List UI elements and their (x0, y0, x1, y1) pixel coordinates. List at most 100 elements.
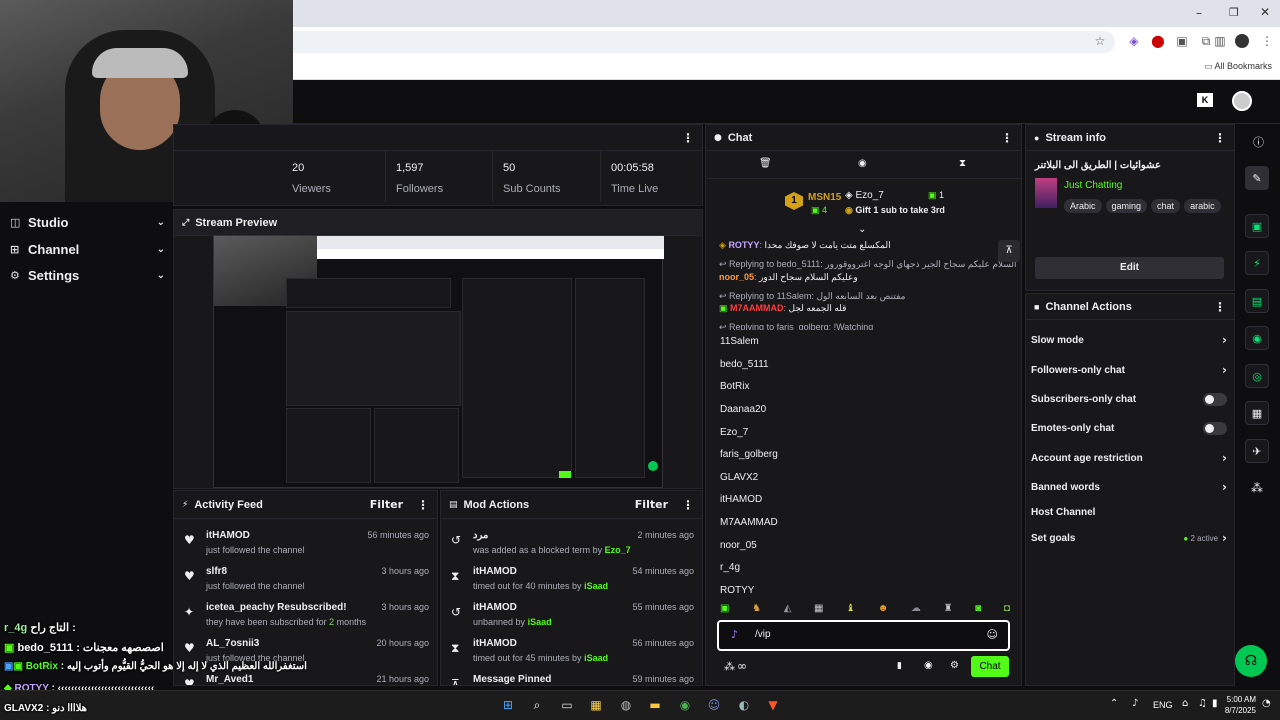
chat-user[interactable]: noor_05 (719, 272, 754, 282)
more-options-icon[interactable]: ⋮ (682, 498, 694, 512)
nav-settings[interactable]: ⚙ Settings ⌄ (10, 263, 165, 287)
pin-icon[interactable]: ⊼ (998, 240, 1020, 262)
windows-start-icon[interactable]: ⊞ (499, 696, 517, 714)
infinity-icon[interactable]: ∞ (737, 659, 747, 673)
expand-down-icon[interactable]: ⌄ (858, 224, 866, 235)
emote-icon[interactable]: ☁ (911, 603, 921, 617)
extension-shield-icon[interactable]: ◈ (1127, 34, 1141, 48)
gear-icon[interactable]: ⚙ (950, 660, 959, 671)
help-headset-icon[interactable]: ☊ (1235, 645, 1267, 677)
slow-mode-row[interactable]: Slow mode › (1031, 330, 1227, 350)
category-link[interactable]: Just Chatting (1064, 180, 1122, 191)
emote-icon[interactable]: ▦ (814, 603, 823, 617)
app-icon[interactable]: ◍ (617, 696, 635, 714)
mic-icon[interactable]: ♪ (731, 628, 738, 641)
filter-button[interactable]: Filter (370, 498, 403, 511)
clock[interactable]: 5:00 AM 8/7/2025 (1218, 694, 1256, 716)
filter-button[interactable]: Filter (635, 498, 668, 511)
user-avatar[interactable] (1232, 91, 1252, 111)
folder-icon[interactable]: ▬ (646, 696, 664, 714)
mod-action-by[interactable]: iSaad (584, 653, 608, 663)
mention-user[interactable]: bedo_5111 (720, 359, 769, 370)
subscribers-only-toggle[interactable] (1203, 392, 1227, 406)
brave-icon[interactable]: ▼ (764, 696, 782, 714)
chat-bubble-icon[interactable]: ◉ (858, 158, 867, 169)
tag[interactable]: arabic (1184, 199, 1221, 213)
file-explorer-icon[interactable]: ▦ (587, 696, 605, 714)
mod-action-by[interactable]: Ezo_7 (605, 545, 631, 555)
layout-icon[interactable]: ▦ (1245, 401, 1269, 425)
mod-action-name[interactable]: itHAMOD (473, 602, 517, 613)
activity-name[interactable]: AL_7osnii3 (206, 638, 259, 649)
chat-user[interactable]: M7AAMMAD (730, 303, 784, 313)
mention-user[interactable]: Ezo_7 (720, 427, 748, 438)
mod-action-name[interactable]: مرد (473, 530, 488, 541)
chat-bubble-icon[interactable]: ◉ (1245, 326, 1269, 350)
info-icon[interactable]: ⓘ (1253, 134, 1264, 150)
set-goals-row[interactable]: Set goals ● 2 active › (1031, 528, 1227, 548)
mention-user[interactable]: faris_golberg (720, 449, 778, 460)
task-view-icon[interactable]: ▭ (558, 696, 576, 714)
hourglass-icon[interactable]: ⧗ (959, 158, 966, 169)
chat-input-box[interactable]: ♪ /vip ☺ (717, 620, 1010, 651)
emoji-icon[interactable]: ☺ (987, 628, 998, 641)
more-options-icon[interactable]: ⋮ (1001, 131, 1013, 145)
emote-icon[interactable]: ◘ (1004, 603, 1010, 617)
emote-icon[interactable]: ◙ (975, 603, 981, 617)
browser-menu-icon[interactable]: ⋮ (1260, 34, 1274, 48)
address-bar[interactable] (280, 31, 1115, 53)
tag[interactable]: gaming (1105, 199, 1148, 213)
mention-user[interactable]: noor_05 (720, 540, 757, 551)
emote-icon[interactable]: ♞ (752, 603, 761, 617)
leader2-name[interactable]: Ezo_7 (855, 190, 883, 201)
mod-action-name[interactable]: Message Pinned (473, 674, 551, 685)
users-icon[interactable]: ⁂ (724, 660, 735, 673)
mod-action-name[interactable]: itHAMOD (473, 638, 517, 649)
more-options-icon[interactable]: ⋮ (1214, 131, 1226, 145)
more-options-icon[interactable]: ⋮ (682, 131, 694, 145)
activity-name[interactable]: icetea_peachy Resubscribed! (206, 602, 347, 613)
bookmark-star-icon[interactable]: ☆ (1093, 34, 1107, 48)
chat-input[interactable]: /vip (755, 629, 771, 640)
mention-user[interactable]: ROTYY (720, 585, 754, 596)
tag[interactable]: chat (1151, 199, 1181, 213)
mention-user[interactable]: BotRix (720, 381, 749, 392)
close-window-button[interactable]: ✕ (1260, 5, 1274, 19)
volume-icon[interactable]: ♫ (1198, 698, 1207, 709)
battery-icon[interactable]: ▮ (1212, 698, 1218, 709)
emote-icon[interactable]: ♜ (944, 603, 953, 617)
nav-channel[interactable]: ⊞ Channel ⌄ (10, 237, 165, 261)
mod-action-by[interactable]: iSaad (528, 617, 552, 627)
discord-icon[interactable]: ☺ (705, 696, 723, 714)
lightning-icon[interactable]: ⚡ (1245, 251, 1269, 275)
mention-user[interactable]: Daanaa20 (720, 404, 766, 415)
screen-icon[interactable]: ▣ (1245, 214, 1269, 238)
mod-action-by[interactable]: iSaad (584, 581, 608, 591)
tag[interactable]: Arabic (1064, 199, 1102, 213)
language-indicator[interactable]: ENG (1153, 700, 1173, 710)
category-thumbnail[interactable] (1035, 178, 1057, 208)
tray-expand-icon[interactable]: ⌃ (1110, 698, 1118, 709)
users-icon[interactable]: ⁂ (1251, 481, 1263, 495)
emotes-only-toggle[interactable] (1203, 421, 1227, 435)
mention-user[interactable]: GLAVX2 (720, 472, 758, 483)
chat-bubble-icon[interactable]: ◉ (924, 660, 933, 671)
followers-only-row[interactable]: Followers-only chat › (1031, 360, 1227, 380)
network-icon[interactable]: ⌂ (1182, 698, 1188, 709)
account-age-row[interactable]: Account age restriction › (1031, 448, 1227, 468)
steam-icon[interactable]: ◐ (735, 696, 753, 714)
extensions-puzzle-icon[interactable]: ⧉ (1199, 34, 1213, 48)
maximize-button[interactable]: ❐ (1229, 6, 1243, 20)
mention-user[interactable]: M7AAMMAD (720, 517, 778, 528)
gift-sub-wrap[interactable]: ◉ Gift 1 sub to take 3rd (845, 205, 945, 216)
wrench-icon[interactable]: ✈ (1245, 439, 1269, 463)
activity-name[interactable]: Mr_Aved1 (206, 674, 253, 685)
all-bookmarks[interactable]: ▭ All Bookmarks (1204, 61, 1272, 72)
search-icon[interactable]: ⌕ (528, 696, 546, 714)
more-options-icon[interactable]: ⋮ (1214, 300, 1226, 314)
stream-preview-video[interactable] (213, 235, 664, 488)
nav-studio[interactable]: ◫ Studio ⌄ (10, 210, 165, 234)
kick-logo-icon[interactable]: K (1197, 93, 1213, 107)
notification-bell-icon[interactable]: ◔ (1262, 698, 1271, 709)
more-options-icon[interactable]: ⋮ (417, 498, 429, 512)
